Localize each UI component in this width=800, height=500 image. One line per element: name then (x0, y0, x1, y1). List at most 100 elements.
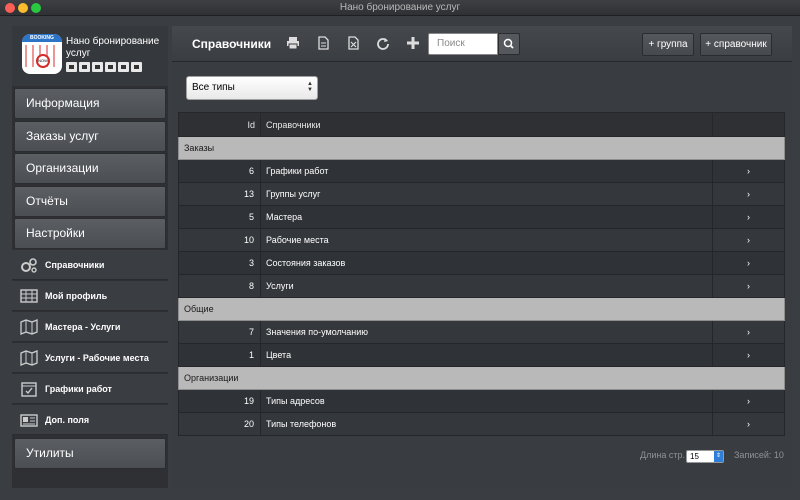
select-arrows-icon: ▲ ▼ (307, 81, 313, 93)
table-row[interactable]: 13 Группы услуг › (178, 182, 785, 206)
type-filter-select[interactable]: Все типы ▲ ▼ (186, 76, 318, 100)
logo-badge: NOW (36, 54, 50, 68)
settings-icon[interactable] (131, 62, 142, 72)
nav-utilities[interactable]: Утилиты (14, 438, 166, 469)
row-id: 20 (178, 412, 261, 436)
plus-icon[interactable] (406, 36, 420, 50)
app-name: Нано бронирование услуг (66, 36, 160, 59)
window-title: Нано бронирование услуг (339, 2, 461, 13)
sidebar-item-references[interactable]: Справочники (12, 250, 168, 280)
group-row: Общие (178, 297, 785, 321)
sidebar-item-label: Графики работ (45, 384, 112, 394)
row-id: 6 (178, 159, 261, 183)
page-length-select[interactable]: 15 ⇕ (686, 450, 724, 463)
table-row[interactable]: 1 Цвета › (178, 343, 785, 367)
nav-organizations[interactable]: Организации (14, 153, 166, 184)
page-length-label: Длина стр. (640, 450, 685, 460)
add-group-button[interactable]: + группа (642, 33, 694, 56)
chevron-right-icon[interactable]: › (712, 228, 785, 252)
row-id: 10 (178, 228, 261, 252)
table-icon (20, 289, 38, 303)
row-id: 3 (178, 251, 261, 275)
table-row[interactable]: 10 Рабочие места › (178, 228, 785, 252)
sidebar-item-label: Мастера - Услуги (45, 322, 121, 332)
search-input[interactable]: Поиск (428, 33, 498, 55)
records-count: Записей: 10 (734, 450, 784, 460)
chevron-right-icon[interactable]: › (712, 159, 785, 183)
table-row[interactable]: 7 Значения по-умолчанию › (178, 320, 785, 344)
calendar-icon[interactable] (79, 62, 90, 72)
group-row: Заказы (178, 136, 785, 160)
chevron-right-icon[interactable]: › (712, 343, 785, 367)
toolbar: Справочники Поиск + группа + справочник (172, 26, 792, 62)
sidebar-item-extra-fields[interactable]: Доп. поля (12, 405, 168, 435)
table-row[interactable]: 3 Состояния заказов › (178, 251, 785, 275)
calendar-check-icon (21, 382, 37, 397)
app-window: Нано бронирование услуг BOOKING NOW Нано… (0, 0, 800, 500)
nav-settings[interactable]: Настройки (14, 218, 166, 249)
group-label: Заказы (178, 136, 785, 160)
references-table: Id Справочники Заказы 6 Графики работ › … (178, 112, 785, 436)
table-row[interactable]: 6 Графики работ › (178, 159, 785, 183)
chevron-right-icon[interactable]: › (712, 320, 785, 344)
sidebar: BOOKING NOW Нано бронирование услуг Инфо… (12, 26, 168, 488)
row-name: Мастера (260, 205, 713, 229)
map-icon (20, 319, 38, 335)
sidebar-item-label: Мой профиль (45, 291, 108, 301)
sidebar-item-schedules[interactable]: Графики работ (12, 374, 168, 404)
table-row[interactable]: 8 Услуги › (178, 274, 785, 298)
logo-text: BOOKING (22, 34, 62, 42)
row-id: 19 (178, 389, 261, 413)
user-icon[interactable] (105, 62, 116, 72)
brand-header: BOOKING NOW Нано бронирование услуг (12, 26, 168, 86)
table-row[interactable]: 5 Мастера › (178, 205, 785, 229)
chevron-right-icon[interactable]: › (712, 251, 785, 275)
sidebar-item-label: Услуги - Рабочие места (45, 353, 149, 363)
chevron-right-icon[interactable]: › (712, 205, 785, 229)
row-name: Типы адресов (260, 389, 713, 413)
row-id: 13 (178, 182, 261, 206)
column-id[interactable]: Id (178, 112, 261, 137)
contacts-icon[interactable] (66, 62, 77, 72)
sidebar-item-masters-services[interactable]: Мастера - Услуги (12, 312, 168, 342)
column-action (712, 112, 785, 137)
row-name: Цвета (260, 343, 713, 367)
document-icon[interactable] (316, 36, 330, 50)
row-name: Графики работ (260, 159, 713, 183)
sidebar-item-services-workplaces[interactable]: Услуги - Рабочие места (12, 343, 168, 373)
page-title: Справочники (192, 37, 272, 51)
print-icon[interactable] (286, 36, 300, 50)
chevron-right-icon[interactable]: › (712, 182, 785, 206)
sidebar-item-profile[interactable]: Мой профиль (12, 281, 168, 311)
row-name: Группы услуг (260, 182, 713, 206)
gears-icon (21, 258, 37, 273)
map-icon (20, 350, 38, 366)
row-name: Значения по-умолчанию (260, 320, 713, 344)
chevron-right-icon[interactable]: › (712, 389, 785, 413)
app-logo: BOOKING NOW (22, 34, 62, 74)
refresh-icon[interactable] (376, 36, 390, 50)
row-id: 7 (178, 320, 261, 344)
group-row: Организации (178, 366, 785, 390)
group-label: Организации (178, 366, 785, 390)
row-id: 1 (178, 343, 261, 367)
search-button[interactable] (498, 33, 520, 55)
column-name[interactable]: Справочники (260, 112, 713, 137)
nav-info[interactable]: Информация (14, 88, 166, 119)
table-row[interactable]: 20 Типы телефонов › (178, 412, 785, 436)
row-id: 5 (178, 205, 261, 229)
search-icon (503, 38, 514, 49)
calendar-icon[interactable] (92, 62, 103, 72)
nav-reports[interactable]: Отчёты (14, 186, 166, 217)
nav-orders[interactable]: Заказы услуг (14, 121, 166, 152)
add-reference-button[interactable]: + справочник (700, 33, 772, 56)
excel-icon[interactable] (346, 36, 360, 50)
stepper-icon: ⇕ (714, 451, 723, 462)
row-name: Типы телефонов (260, 412, 713, 436)
table-header-row: Id Справочники (178, 112, 785, 137)
table-row[interactable]: 19 Типы адресов › (178, 389, 785, 413)
book-icon[interactable] (118, 62, 129, 72)
chevron-right-icon[interactable]: › (712, 274, 785, 298)
chevron-right-icon[interactable]: › (712, 412, 785, 436)
sidebar-item-label: Доп. поля (45, 415, 90, 425)
